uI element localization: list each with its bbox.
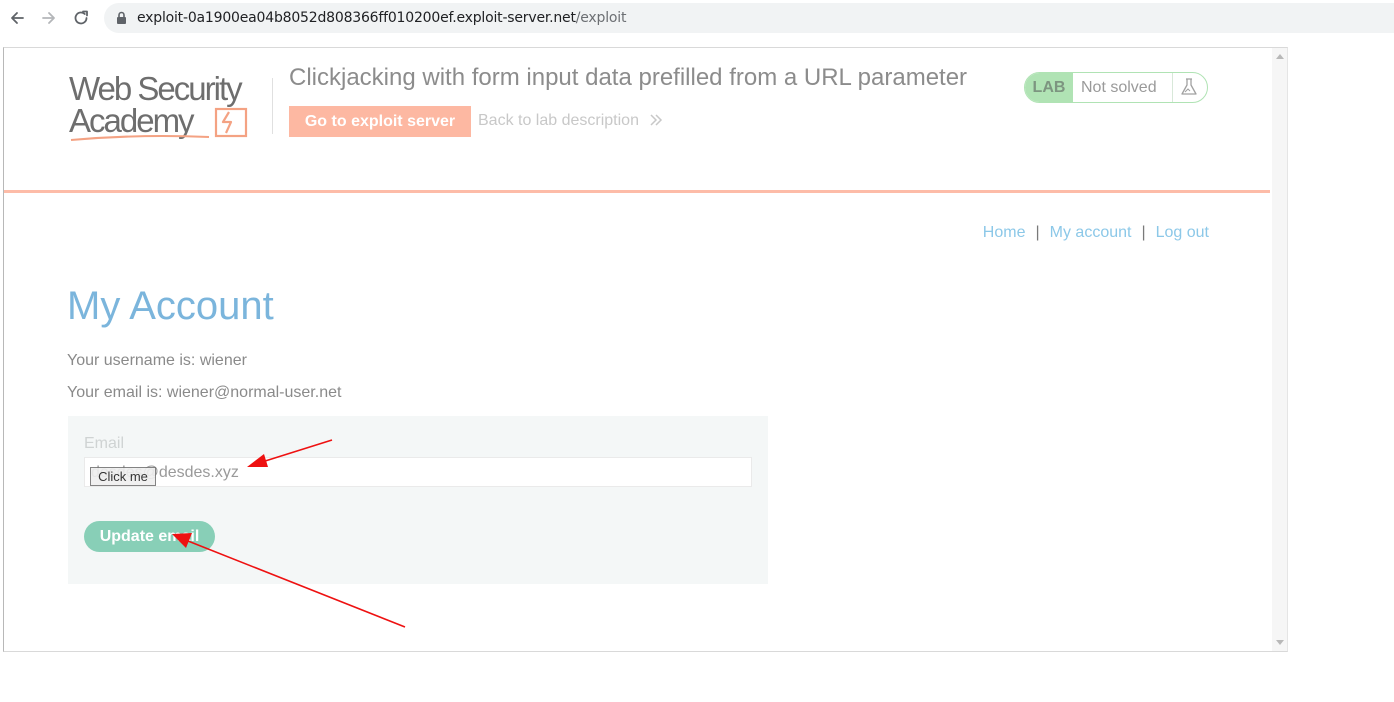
forward-button[interactable] [37, 6, 61, 30]
account-nav: Home | My account | Log out [983, 224, 1209, 242]
url-path: /exploit [575, 10, 627, 26]
lab-badge-tag: LAB [1025, 73, 1073, 102]
lock-icon [117, 11, 126, 24]
email-info: Your email is: wiener@normal-user.net [67, 384, 342, 401]
reload-button[interactable] [69, 6, 93, 30]
arrow-left-icon [11, 12, 24, 24]
username-info: Your username is: wiener [67, 352, 247, 369]
double-chevron-right-icon [650, 114, 663, 126]
nav-separator: | [1141, 224, 1146, 241]
url-host: exploit-0a1900ea04b8052d808366ff010200ef… [137, 10, 576, 26]
back-button[interactable] [5, 6, 29, 30]
header-divider [4, 190, 1270, 193]
lab-status-text: Not solved [1081, 79, 1157, 96]
click-me-decoy-button[interactable]: Click me [90, 467, 156, 486]
reload-icon [74, 10, 88, 25]
change-email-form: Email desdes@desdes.xyz Update email [68, 416, 768, 584]
back-to-lab-description-link[interactable]: Back to lab description [478, 112, 639, 130]
nav-separator: | [1035, 224, 1040, 241]
logo-line-2: Academy [69, 102, 195, 139]
nav-home-link[interactable]: Home [983, 224, 1026, 241]
lab-status-badge: LAB Not solved [1024, 72, 1208, 103]
lab-title: Clickjacking with form input data prefil… [289, 64, 968, 91]
email-label: Email [84, 435, 125, 452]
web-security-academy-logo: Web Security Academy [69, 70, 248, 141]
url-text: exploit-0a1900ea04b8052d808366ff010200ef… [137, 10, 626, 26]
email-input[interactable]: desdes@desdes.xyz [84, 457, 752, 487]
go-to-exploit-server-button[interactable]: Go to exploit server [289, 106, 471, 137]
page-title: My Account [67, 284, 274, 328]
update-email-button[interactable]: Update email [84, 521, 215, 552]
logo-divider [272, 78, 273, 134]
arrow-right-icon [42, 12, 55, 24]
address-bar[interactable]: exploit-0a1900ea04b8052d808366ff010200ef… [104, 3, 1394, 33]
flask-icon [1181, 78, 1197, 95]
nav-my-account-link[interactable]: My account [1050, 224, 1132, 241]
nav-log-out-link[interactable]: Log out [1156, 224, 1209, 241]
iframe-scrollbar[interactable] [1272, 48, 1287, 651]
scroll-up-arrow-icon[interactable] [1276, 54, 1284, 59]
browser-toolbar: exploit-0a1900ea04b8052d808366ff010200ef… [0, 0, 1394, 36]
scroll-down-arrow-icon[interactable] [1276, 640, 1284, 645]
badge-divider [1172, 73, 1173, 102]
exploit-iframe: Web Security Academy Clickjacking with f… [3, 47, 1288, 652]
